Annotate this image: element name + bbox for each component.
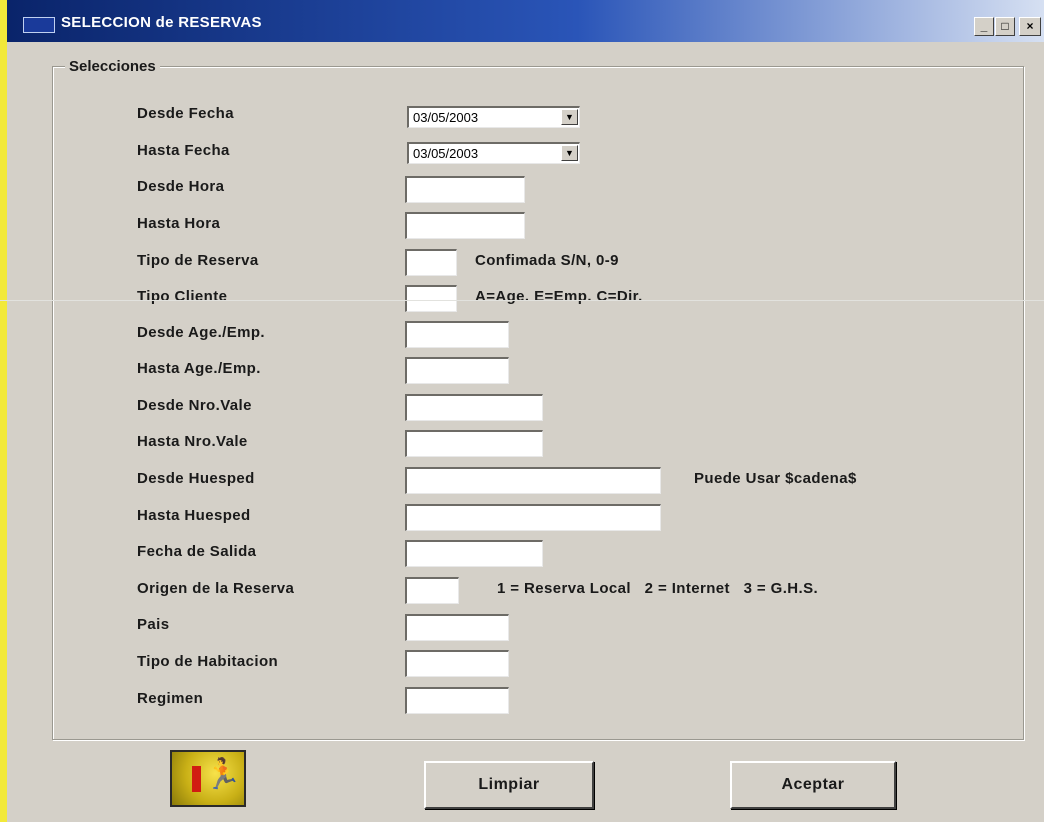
desde-fecha-value: 03/05/2003 xyxy=(413,110,479,125)
pais-input[interactable] xyxy=(405,614,509,641)
hasta-huesped-input[interactable] xyxy=(405,504,661,531)
desde-nro-vale-input[interactable] xyxy=(405,394,543,421)
desde-fecha-label: Desde Fecha xyxy=(137,105,234,122)
hasta-fecha-value: 03/05/2003 xyxy=(413,146,479,161)
tipo-reserva-input[interactable] xyxy=(405,249,457,276)
hasta-nro-vale-label: Hasta Nro.Vale xyxy=(137,433,248,450)
dialog-window: SELECCION de RESERVAS _ □ × Selecciones … xyxy=(7,0,1044,822)
tipo-reserva-label: Tipo de Reserva xyxy=(137,252,259,269)
desde-huesped-input[interactable] xyxy=(405,467,661,494)
regimen-input[interactable] xyxy=(405,687,509,714)
chevron-down-icon[interactable]: ▼ xyxy=(561,109,578,125)
group-label: Selecciones xyxy=(65,58,160,75)
origen-reserva-label: Origen de la Reserva xyxy=(137,580,295,597)
minimize-button[interactable]: _ xyxy=(974,17,994,36)
hasta-fecha-label: Hasta Fecha xyxy=(137,142,230,159)
desde-huesped-hint: Puede Usar $cadena$ xyxy=(694,470,857,487)
hasta-age-emp-input[interactable] xyxy=(405,357,509,384)
window-icon xyxy=(23,17,55,33)
origen-reserva-input[interactable] xyxy=(405,577,459,604)
window-title: SELECCION de RESERVAS xyxy=(61,14,262,31)
tipo-cliente-hint: A=Age. E=Emp. C=Dir. xyxy=(475,288,643,305)
tipo-habitacion-label: Tipo de Habitacion xyxy=(137,653,279,670)
fecha-salida-label: Fecha de Salida xyxy=(137,543,257,560)
desde-fecha-combo[interactable]: 03/05/2003 ▼ xyxy=(407,106,580,128)
maximize-button[interactable]: □ xyxy=(995,17,1015,36)
hasta-fecha-combo[interactable]: 03/05/2003 ▼ xyxy=(407,142,580,164)
tipo-cliente-input[interactable] xyxy=(405,285,457,312)
exit-button[interactable]: 🏃 xyxy=(170,750,246,807)
origen-reserva-hint: 1 = Reserva Local 2 = Internet 3 = G.H.S… xyxy=(497,580,819,597)
aceptar-button[interactable]: Aceptar xyxy=(730,761,896,809)
desde-age-emp-label: Desde Age./Emp. xyxy=(137,324,265,341)
tipo-cliente-label: Tipo Cliente xyxy=(137,288,228,305)
hasta-huesped-label: Hasta Huesped xyxy=(137,507,251,524)
tipo-reserva-hint: Confimada S/N, 0-9 xyxy=(475,252,619,269)
desde-nro-vale-label: Desde Nro.Vale xyxy=(137,397,252,414)
tipo-habitacion-input[interactable] xyxy=(405,650,509,677)
pais-label: Pais xyxy=(137,616,170,633)
title-bar[interactable]: SELECCION de RESERVAS _ □ × xyxy=(7,0,1044,42)
hasta-hora-input[interactable] xyxy=(405,212,525,239)
desde-hora-input[interactable] xyxy=(405,176,525,203)
hasta-hora-label: Hasta Hora xyxy=(137,215,221,232)
exit-door-icon xyxy=(192,766,201,792)
desde-hora-label: Desde Hora xyxy=(137,178,225,195)
desde-age-emp-input[interactable] xyxy=(405,321,509,348)
regimen-label: Regimen xyxy=(137,690,204,707)
close-button[interactable]: × xyxy=(1019,17,1041,36)
chevron-down-icon[interactable]: ▼ xyxy=(561,145,578,161)
hasta-age-emp-label: Hasta Age./Emp. xyxy=(137,360,261,377)
desde-huesped-label: Desde Huesped xyxy=(137,470,255,487)
fecha-salida-input[interactable] xyxy=(405,540,543,567)
limpiar-button[interactable]: Limpiar xyxy=(424,761,594,809)
left-edge-strip xyxy=(0,0,7,822)
scan-line-divider xyxy=(0,300,1044,301)
hasta-nro-vale-input[interactable] xyxy=(405,430,543,457)
running-man-icon: 🏃 xyxy=(204,758,242,791)
